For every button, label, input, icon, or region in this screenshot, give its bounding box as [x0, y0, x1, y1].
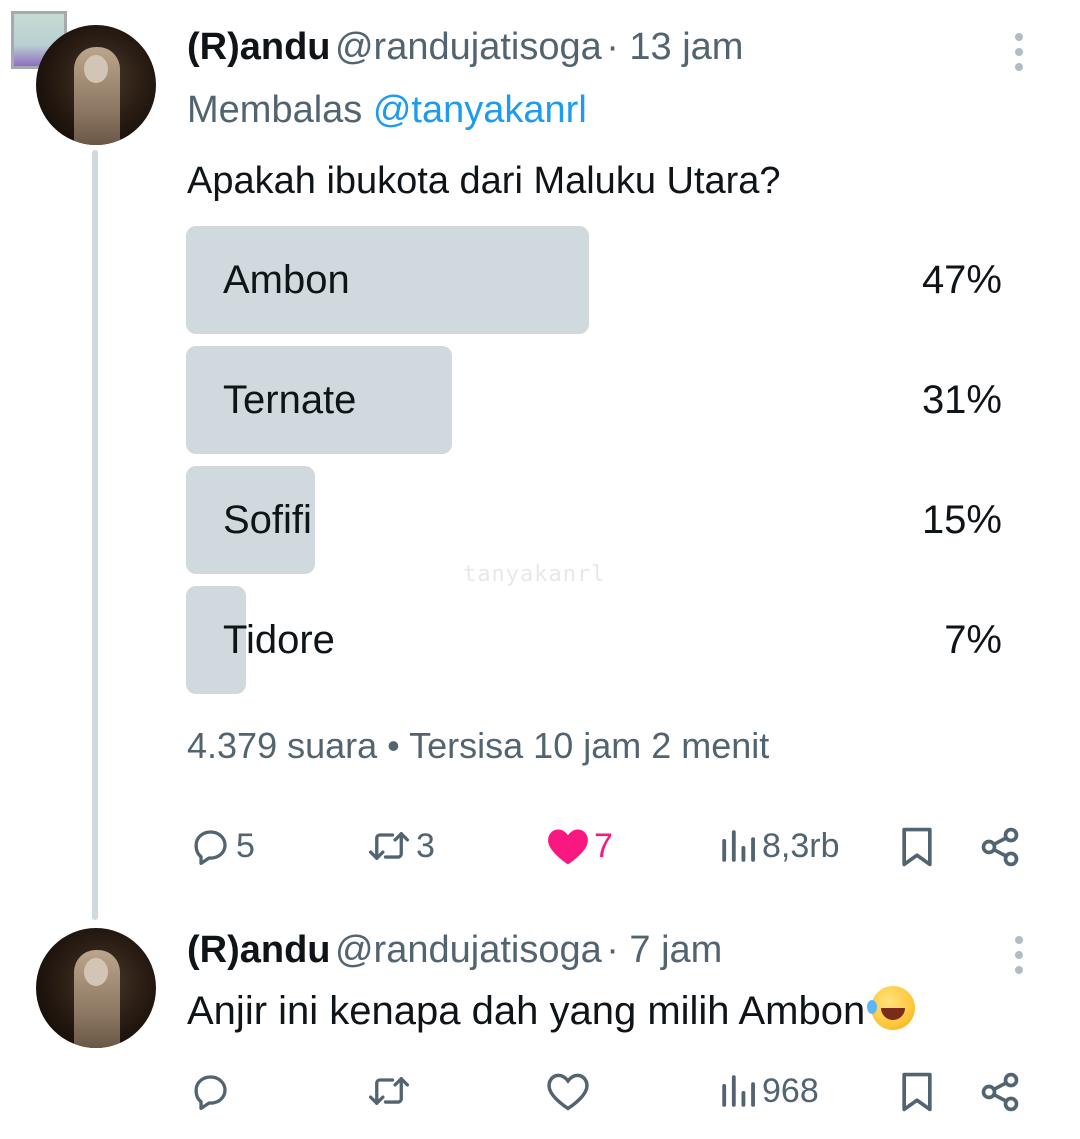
poll-option[interactable]: Tidore 7% — [186, 586, 1002, 694]
reply-header: (R)andu @randujatisoga · 7 jam — [187, 928, 722, 980]
bookmark-icon — [902, 1072, 932, 1112]
thread-line — [92, 150, 98, 920]
like-button[interactable]: 7 — [546, 825, 613, 867]
views-count: 8,3rb — [762, 826, 840, 865]
like-count: 7 — [594, 826, 613, 865]
author-name[interactable]: (R)andu — [187, 26, 331, 68]
author-handle[interactable]: @randujatisoga — [335, 26, 602, 68]
reply-button[interactable]: 5 — [190, 825, 255, 867]
reply-icon — [194, 830, 227, 865]
retweet-button[interactable]: 3 — [366, 825, 435, 867]
watermark: tanyakanrl — [463, 562, 606, 587]
poll-option[interactable]: Sofifi 15% — [186, 466, 1002, 574]
avatar[interactable] — [36, 25, 156, 145]
poll-option-percent: 7% — [944, 618, 1002, 662]
replying-to: Membalas @tanyakanrl — [187, 88, 587, 132]
poll-option-percent: 15% — [921, 498, 1002, 542]
retweet-icon — [368, 832, 410, 860]
share-button[interactable] — [978, 1070, 1022, 1114]
replying-to-mention[interactable]: @tanyakanrl — [373, 89, 587, 131]
reply-icon — [194, 1075, 227, 1110]
views-count: 968 — [762, 1071, 819, 1110]
share-icon — [981, 1072, 1019, 1112]
reply-text-line: Anjir ini kenapa dah yang milih Ambon — [187, 986, 916, 1035]
tweet-text: Apakah ibukota dari Maluku Utara? — [187, 160, 781, 202]
poll-option-label: Ambon — [223, 258, 350, 302]
reply-count: 5 — [236, 826, 255, 865]
bookmark-icon — [902, 827, 932, 867]
views-icon — [722, 1075, 755, 1107]
share-icon — [981, 827, 1019, 867]
tweet-header: (R)andu @randujatisoga · 13 jam — [187, 25, 743, 77]
poll-option-percent: 47% — [921, 258, 1002, 302]
bookmark-button[interactable] — [898, 825, 936, 869]
author-handle[interactable]: @randujatisoga — [335, 929, 602, 971]
avatar[interactable] — [36, 928, 156, 1048]
poll-option-percent: 31% — [921, 378, 1002, 422]
retweet-button[interactable] — [366, 1070, 412, 1112]
share-button[interactable] — [978, 825, 1022, 869]
views-icon — [722, 830, 755, 862]
author-name[interactable]: (R)andu — [187, 929, 331, 971]
more-options-icon[interactable] — [1015, 936, 1025, 981]
poll-meta: 4.379 suara • Tersisa 10 jam 2 menit — [187, 724, 769, 768]
retweet-icon — [368, 1077, 410, 1105]
bookmark-button[interactable] — [898, 1070, 936, 1114]
reply-button[interactable] — [190, 1070, 232, 1112]
views-button[interactable]: 8,3rb — [718, 825, 840, 867]
poll-option[interactable]: Ambon 47% — [186, 226, 1002, 334]
heart-filled-icon — [548, 829, 588, 865]
reply-text: Anjir ini kenapa dah yang milih Ambon — [187, 989, 866, 1033]
poll-option-label: Ternate — [223, 378, 357, 422]
rolling-laughing-emoji-icon — [867, 986, 916, 1030]
retweet-count: 3 — [416, 826, 435, 865]
poll-option[interactable]: Ternate 31% — [186, 346, 1002, 454]
tweet-time[interactable]: · 13 jam — [606, 26, 743, 68]
heart-icon — [547, 1073, 589, 1111]
views-button[interactable]: 968 — [718, 1070, 819, 1112]
poll-votes: 4.379 suara — [187, 725, 378, 766]
poll-remaining: Tersisa 10 jam 2 menit — [409, 725, 770, 766]
poll-separator: • — [387, 725, 400, 766]
replying-to-label: Membalas — [187, 89, 363, 131]
tweet-time[interactable]: · 7 jam — [606, 929, 722, 971]
poll-option-label: Tidore — [223, 618, 335, 662]
like-button[interactable] — [546, 1070, 590, 1112]
more-options-icon[interactable] — [1015, 33, 1025, 78]
poll-option-label: Sofifi — [223, 498, 312, 542]
